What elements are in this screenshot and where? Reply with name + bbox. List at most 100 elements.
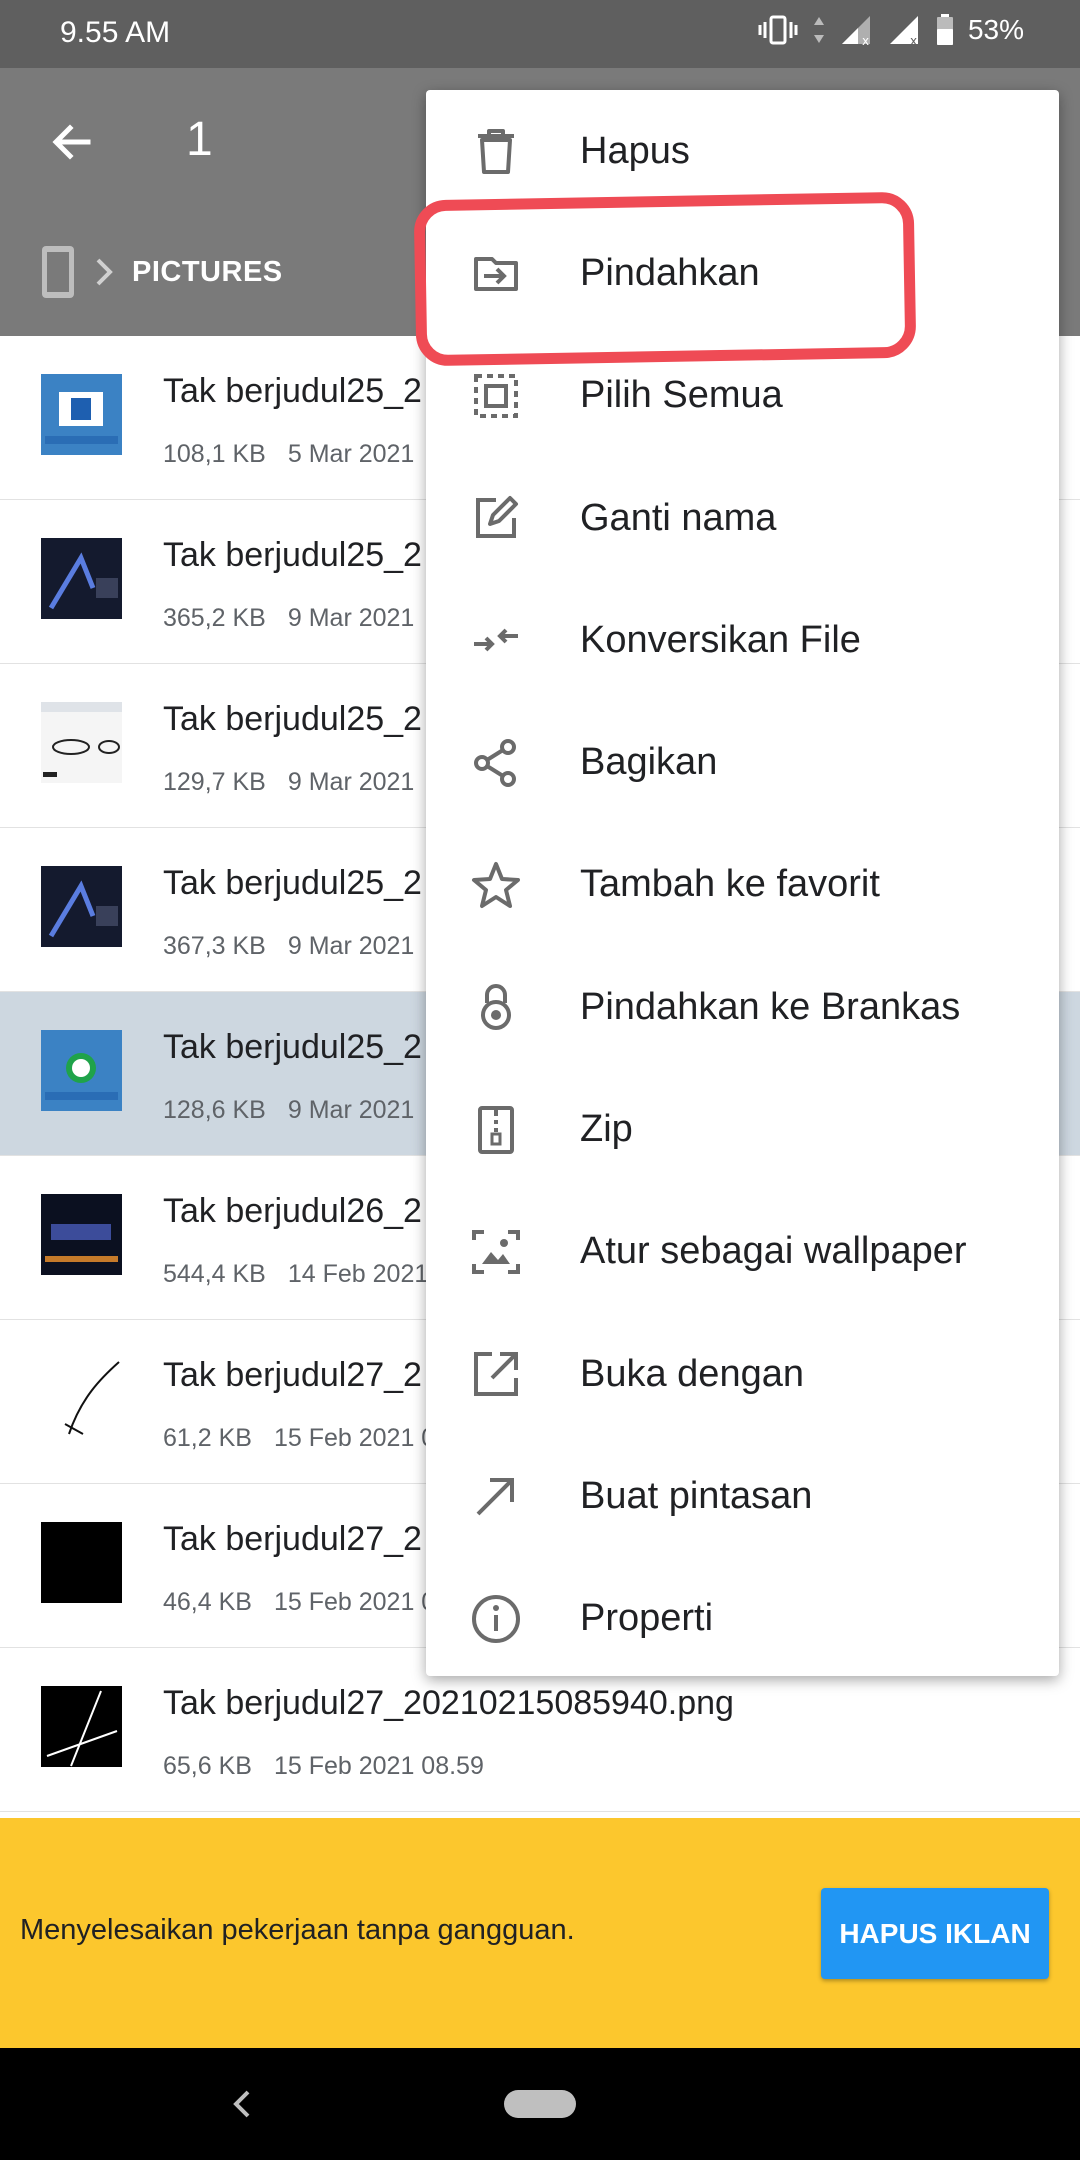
- file-size: 367,3 KB: [163, 932, 266, 960]
- file-date: 14 Feb 2021: [287, 1260, 429, 1288]
- file-name: Tak berjudul27_2: [163, 1520, 422, 1558]
- file-name: Tak berjudul25_2: [163, 1028, 422, 1066]
- rename-icon: [476, 496, 518, 539]
- file-thumbnail: [41, 702, 122, 783]
- menu-item-konversikan-file[interactable]: Konversikan File: [426, 579, 1059, 701]
- info-icon: [472, 1594, 520, 1643]
- file-date: 15 Feb 2021 0: [273, 1588, 436, 1616]
- menu-item-ganti-nama[interactable]: Ganti nama: [426, 457, 1059, 579]
- file-date: 5 Mar 2021: [287, 440, 415, 468]
- battery-percent: 53%: [967, 14, 1024, 45]
- signal-1-icon: x: [841, 16, 870, 46]
- status-bar: 9.55 AM x x 53%: [0, 0, 1080, 68]
- battery-icon: [936, 14, 953, 45]
- file-thumbnail: [41, 1358, 122, 1439]
- file-thumbnail: [41, 866, 122, 947]
- file-thumbnail: [41, 374, 122, 455]
- file-size: 129,7 KB: [163, 768, 266, 796]
- menu-item-zip[interactable]: Zip: [426, 1068, 1059, 1190]
- status-time: 9.55 AM: [60, 16, 171, 49]
- file-name: Tak berjudul25_2: [163, 700, 422, 738]
- svg-text:x: x: [910, 34, 917, 46]
- lock-icon: [481, 984, 511, 1031]
- signal-2-icon: x: [889, 16, 918, 46]
- file-name: Tak berjudul26_2: [163, 1192, 422, 1230]
- file-thumbnail: [41, 1686, 122, 1767]
- share-icon: [474, 738, 516, 787]
- file-name: Tak berjudul25_2: [163, 864, 422, 902]
- file-meta: 367,3 KB 9 Mar 2021: [163, 932, 414, 961]
- file-meta: 65,6 KB 15 Feb 2021 08.59: [163, 1752, 484, 1781]
- nav-back-icon[interactable]: [222, 2084, 262, 2124]
- menu-item-label: Buka dengan: [580, 1352, 804, 1395]
- menu-item-label: Konversikan File: [580, 618, 861, 661]
- file-thumbnail: [41, 538, 122, 619]
- file-thumbnail: [41, 1522, 122, 1603]
- file-meta: 46,4 KB 15 Feb 2021 0: [163, 1588, 435, 1617]
- file-thumbnail: [41, 1194, 122, 1275]
- file-meta: 365,2 KB 9 Mar 2021: [163, 604, 414, 633]
- breadcrumb-pictures[interactable]: PICTURES: [132, 256, 283, 289]
- menu-item-buka-dengan[interactable]: Buka dengan: [426, 1313, 1059, 1435]
- back-arrow-icon[interactable]: [48, 118, 96, 166]
- file-date: 9 Mar 2021: [287, 1096, 415, 1124]
- file-size: 46,4 KB: [163, 1588, 252, 1616]
- menu-item-label: Properti: [580, 1597, 714, 1640]
- file-name: Tak berjudul27_20210215085940.png: [163, 1684, 734, 1722]
- file-name: Tak berjudul25_2: [163, 372, 422, 410]
- shortcut-icon: [476, 1478, 514, 1516]
- file-size: 65,6 KB: [163, 1752, 252, 1780]
- file-date: 9 Mar 2021: [287, 932, 415, 960]
- chevron-right-icon: [96, 258, 113, 286]
- wallpaper-icon: [472, 1229, 520, 1274]
- file-meta: 128,6 KB 9 Mar 2021: [163, 1096, 414, 1125]
- file-meta: 129,7 KB 9 Mar 2021: [163, 768, 414, 797]
- menu-item-label: Buat pintasan: [580, 1474, 813, 1517]
- menu-item-properti[interactable]: Properti: [426, 1558, 1059, 1680]
- menu-item-label: Atur sebagai wallpaper: [580, 1230, 967, 1273]
- file-date: 9 Mar 2021: [287, 768, 415, 796]
- menu-item-label: Pindahkan ke Brankas: [580, 985, 961, 1028]
- selected-count: 1: [186, 113, 213, 166]
- menu-item-label: Hapus: [580, 129, 690, 172]
- status-icons: x x 53%: [758, 14, 1024, 46]
- ad-text: Menyelesaikan pekerjaan tanpa gangguan.: [20, 1914, 575, 1946]
- menu-item-label: Zip: [580, 1108, 633, 1151]
- file-meta: 108,1 KB 5 Mar 2021: [163, 440, 414, 469]
- phone-storage-icon: [42, 246, 74, 298]
- file-name: Tak berjudul25_2: [163, 536, 422, 574]
- open-with-icon: [474, 1352, 518, 1397]
- file-meta: 61,2 KB 15 Feb 2021 0: [163, 1424, 435, 1453]
- trash-icon: [478, 129, 514, 175]
- star-icon: [472, 861, 520, 908]
- file-name: Tak berjudul27_2: [163, 1356, 422, 1394]
- remove-ads-button[interactable]: HAPUS IKLAN: [821, 1888, 1049, 1979]
- menu-item-tambah-ke-favorit[interactable]: Tambah ke favorit: [426, 824, 1059, 946]
- file-size: 108,1 KB: [163, 440, 266, 468]
- menu-item-buat-pintasan[interactable]: Buat pintasan: [426, 1435, 1059, 1557]
- breadcrumb[interactable]: PICTURES: [40, 244, 283, 300]
- file-date: 15 Feb 2021 0: [273, 1424, 436, 1452]
- file-size: 544,4 KB: [163, 1260, 266, 1288]
- svg-text:x: x: [862, 34, 869, 46]
- file-size: 61,2 KB: [163, 1424, 252, 1452]
- file-date: 15 Feb 2021 08.59: [273, 1752, 484, 1780]
- menu-item-bagikan[interactable]: Bagikan: [426, 701, 1059, 823]
- menu-item-label: Bagikan: [580, 741, 718, 784]
- ad-banner: Menyelesaikan pekerjaan tanpa gangguan. …: [0, 1818, 1080, 2048]
- file-size: 128,6 KB: [163, 1096, 266, 1124]
- file-size: 365,2 KB: [163, 604, 266, 632]
- file-thumbnail: [41, 1030, 122, 1111]
- zip-icon: [478, 1105, 514, 1154]
- data-arrows-icon: [813, 17, 824, 43]
- nav-home-pill[interactable]: [504, 2090, 576, 2118]
- menu-item-pindahkan-ke-brankas[interactable]: Pindahkan ke Brankas: [426, 946, 1059, 1068]
- highlight-annotation: [413, 191, 917, 367]
- file-date: 9 Mar 2021: [287, 604, 415, 632]
- convert-icon: [474, 628, 518, 652]
- vibrate-icon: [758, 15, 798, 45]
- file-meta: 544,4 KB 14 Feb 2021: [163, 1260, 428, 1289]
- menu-item-label: Pilih Semua: [580, 374, 783, 417]
- menu-item-atur-sebagai-wallpaper[interactable]: Atur sebagai wallpaper: [426, 1191, 1059, 1313]
- menu-item-label: Ganti nama: [580, 496, 777, 539]
